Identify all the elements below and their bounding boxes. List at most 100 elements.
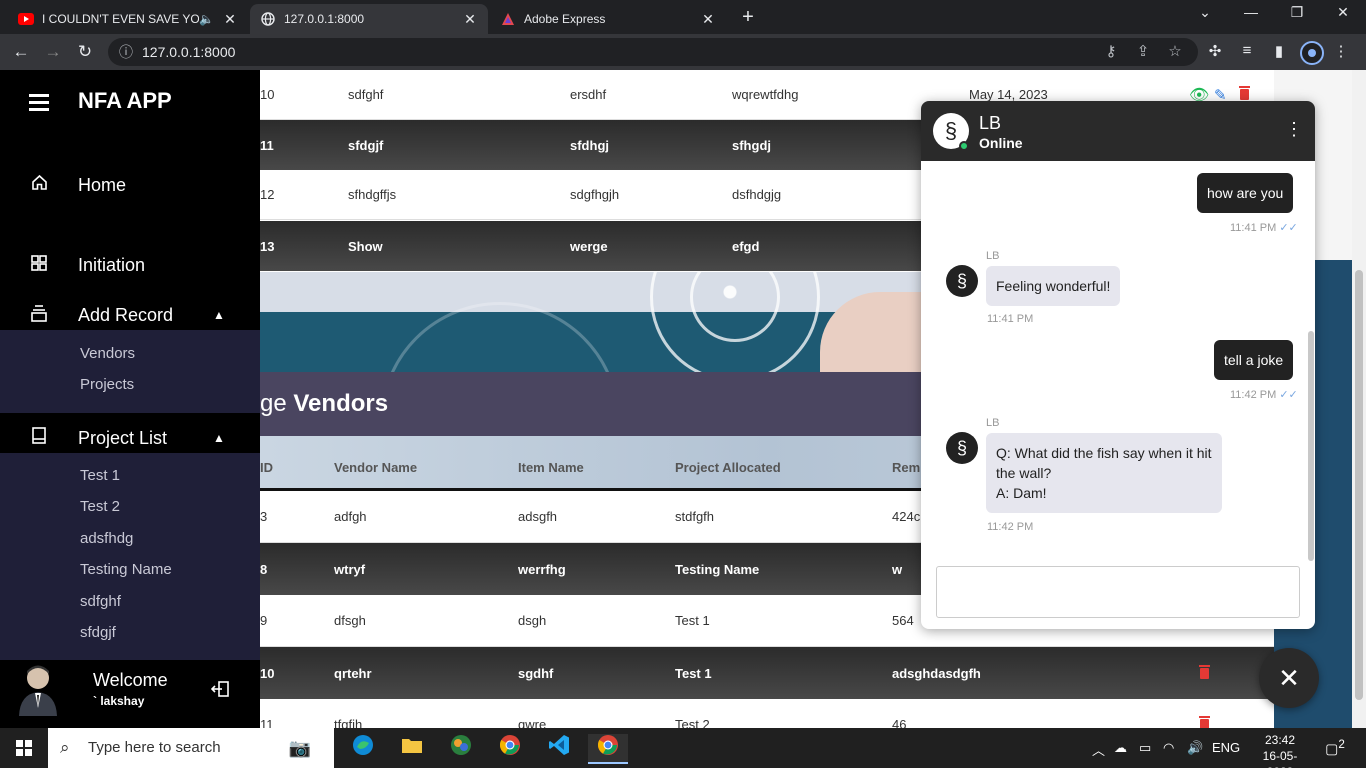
share-icon[interactable]: ⇪: [1133, 42, 1153, 60]
submenu-item-projects[interactable]: Projects: [80, 376, 134, 393]
submenu-item-project[interactable]: Test 2: [80, 498, 120, 515]
column-header: ID: [260, 460, 273, 475]
delete-trash-icon[interactable]: [1198, 715, 1211, 728]
volume-icon[interactable]: 🔊: [1187, 740, 1203, 756]
sender-avatar: §: [946, 265, 978, 297]
banner-decor: [380, 302, 620, 372]
minimize-button[interactable]: —: [1239, 4, 1263, 20]
bookmark-star-icon[interactable]: ☆: [1165, 42, 1185, 60]
profile-avatar[interactable]: [1300, 41, 1324, 65]
tray-chevron-up-icon[interactable]: ︿: [1092, 740, 1105, 759]
media-queue-icon[interactable]: ≡: [1236, 42, 1258, 59]
app-icon[interactable]: [441, 734, 481, 764]
submenu-item-project[interactable]: adsfhdg: [80, 530, 133, 547]
message-time: 11:42 PM: [987, 521, 1034, 533]
language-indicator[interactable]: ENG: [1212, 740, 1240, 755]
back-button[interactable]: ←: [10, 41, 32, 63]
chrome-icon[interactable]: [490, 734, 530, 764]
restore-button[interactable]: ❐: [1285, 4, 1309, 21]
cell-id: 12: [260, 187, 275, 202]
globe-icon: [260, 11, 276, 27]
chat-scrollbar[interactable]: [1308, 331, 1314, 561]
sidebar-item-project-list[interactable]: Project List ▲: [0, 423, 260, 453]
chat-kebab-menu-icon[interactable]: ⋮: [1285, 119, 1303, 140]
tab-youtube[interactable]: I COULDN'T EVEN SAVE YOU 🔈 ✕: [8, 4, 248, 34]
cell-id: 3: [260, 509, 268, 524]
stack-icon: [30, 304, 48, 327]
chat-message-input[interactable]: [936, 566, 1300, 618]
side-panel-icon[interactable]: ▮: [1268, 42, 1290, 60]
speaker-icon[interactable]: 🔈: [199, 12, 214, 26]
windows-start-icon[interactable]: [16, 740, 32, 756]
key-icon[interactable]: ⚷: [1101, 42, 1121, 60]
close-window-button[interactable]: ✕: [1331, 4, 1355, 21]
new-tab-button[interactable]: +: [738, 6, 758, 29]
logout-icon[interactable]: [210, 680, 229, 703]
extensions-icon[interactable]: ✣: [1204, 42, 1226, 60]
kebab-menu-icon[interactable]: ⋮: [1330, 42, 1352, 60]
chevron-up-icon[interactable]: ▲: [213, 308, 225, 322]
sidebar-item-label: Home: [78, 174, 127, 195]
cell-remark: 564: [892, 613, 914, 628]
message-bubble-incoming: Q: What did the fish say when it hit the…: [986, 433, 1222, 513]
reload-button[interactable]: ↻: [74, 41, 96, 63]
search-placeholder: Type here to search: [88, 739, 221, 756]
section-title-prefix: ge: [260, 390, 287, 417]
message-time: 11:41 PM: [987, 313, 1034, 325]
add-record-submenu: Vendors Projects: [0, 330, 260, 413]
cell-project: Testing Name: [675, 561, 760, 577]
column-header: Rem: [892, 460, 921, 475]
message-time-text: 11:42 PM: [1230, 389, 1277, 401]
chat-contact-status: Online: [979, 135, 1023, 151]
hamburger-menu-icon[interactable]: [29, 94, 49, 115]
cell-name: sdfghf: [348, 87, 384, 102]
page-scrollbar[interactable]: [1352, 70, 1366, 728]
delete-trash-icon[interactable]: [1198, 664, 1211, 683]
taskbar-clock[interactable]: 23:42 16-05-2023: [1250, 732, 1310, 768]
close-tab-icon[interactable]: ✕: [222, 11, 238, 28]
file-explorer-icon[interactable]: [392, 734, 432, 764]
tab-adobe-express[interactable]: Adobe Express ✕: [490, 4, 726, 34]
welcome-text: Welcome: [93, 670, 168, 690]
sidebar-item-add-record[interactable]: Add Record ▲: [0, 300, 260, 330]
chrome-active-icon[interactable]: [588, 734, 628, 764]
chevron-up-icon[interactable]: ▲: [213, 431, 225, 445]
edge-browser-icon[interactable]: [343, 734, 383, 764]
onedrive-cloud-icon[interactable]: ☁: [1114, 740, 1127, 756]
forward-button[interactable]: →: [42, 41, 64, 63]
scrollbar-thumb[interactable]: [1355, 270, 1363, 700]
sidebar-item-label: Add Record: [78, 304, 174, 325]
camera-app-icon[interactable]: 📷: [272, 734, 328, 764]
online-status-dot: [959, 141, 969, 151]
submenu-item-project[interactable]: Testing Name: [80, 561, 172, 578]
close-tab-icon[interactable]: ✕: [462, 11, 478, 28]
sidebar-item-initiation[interactable]: Initiation: [0, 250, 260, 280]
message-bubble-outgoing: tell a joke: [1214, 340, 1294, 380]
submenu-item-vendors[interactable]: Vendors: [80, 345, 135, 362]
submenu-item-project[interactable]: sfdgjf: [80, 624, 116, 641]
address-bar[interactable]: ⓘ 127.0.0.1:8000: [108, 38, 1198, 66]
notification-center-icon[interactable]: ▢2: [1322, 738, 1348, 758]
close-tab-icon[interactable]: ✕: [700, 11, 716, 28]
cell-item: werrfhg: [518, 561, 566, 577]
cell-remark: w: [892, 561, 903, 577]
tab-search-icon[interactable]: ⌄: [1193, 4, 1217, 21]
message-bubble-outgoing: how are you: [1197, 173, 1294, 213]
home-icon: [30, 174, 48, 196]
tab-title: I COULDN'T EVEN SAVE YOU: [42, 12, 200, 26]
cell-name: sfdgjf: [348, 137, 384, 153]
cell: sdgfhgjh: [570, 187, 620, 202]
vscode-icon[interactable]: [539, 734, 579, 764]
cell: sfdhgj: [570, 137, 609, 153]
battery-icon[interactable]: ▭: [1139, 740, 1151, 756]
app-brand: NFA APP: [78, 88, 172, 113]
chat-close-button[interactable]: ✕: [1259, 648, 1319, 708]
tab-localhost[interactable]: 127.0.0.1:8000 ✕: [250, 4, 488, 34]
message-line: the wall?: [996, 465, 1052, 481]
cell: dsfhdgjg: [732, 187, 782, 202]
wifi-icon[interactable]: ◠: [1163, 740, 1174, 756]
info-icon[interactable]: ⓘ: [119, 38, 133, 66]
submenu-item-project[interactable]: sdfghf: [80, 593, 121, 610]
submenu-item-project[interactable]: Test 1: [80, 467, 120, 484]
sidebar-item-home[interactable]: Home: [0, 170, 260, 200]
